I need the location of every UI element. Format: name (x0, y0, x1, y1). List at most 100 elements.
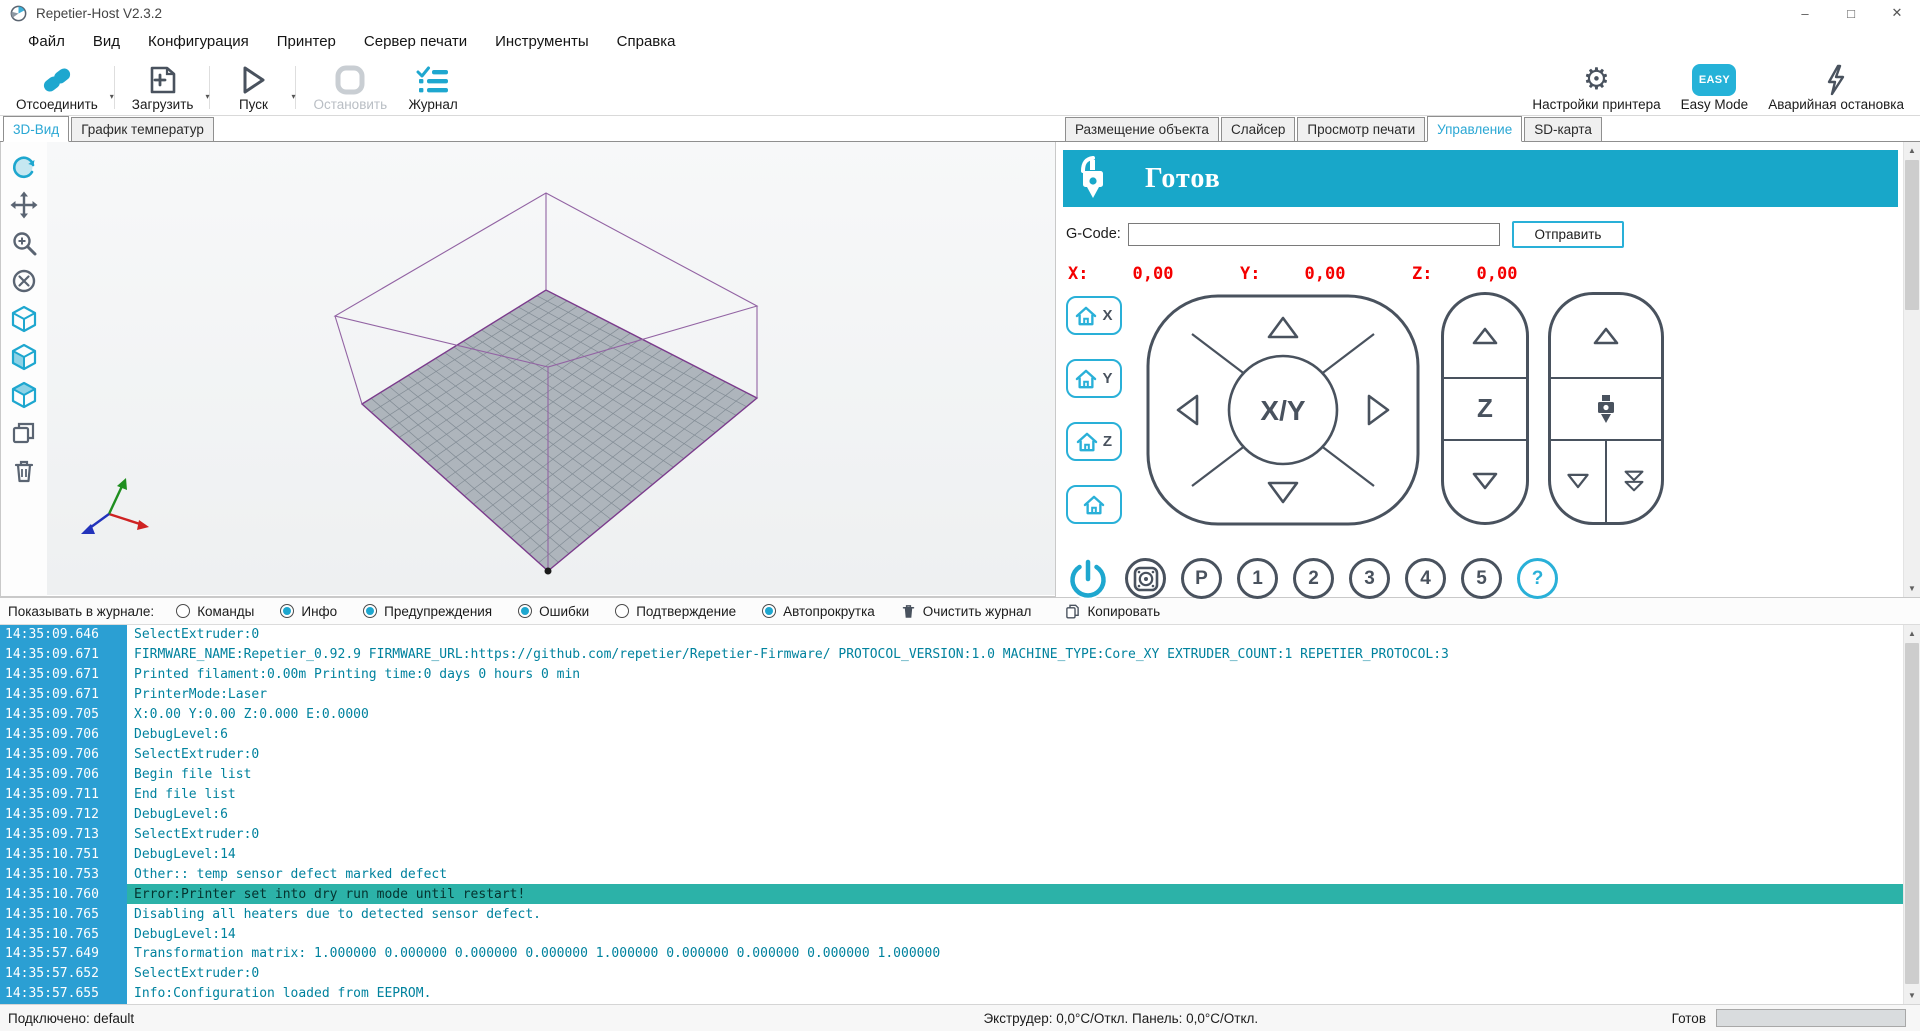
home-y-button[interactable]: Y (1066, 359, 1122, 398)
viewport-3d[interactable] (0, 142, 1055, 597)
menu-item-2[interactable]: Конфигурация (134, 26, 263, 58)
scroll-up-icon[interactable]: ▲ (1904, 625, 1920, 642)
radio-icon (280, 604, 294, 618)
fit-printer-button[interactable] (5, 264, 43, 297)
z-down-button[interactable] (1444, 441, 1526, 523)
coord-1: Y:0,00 (1240, 264, 1412, 284)
log-row: 14:35:09.706Begin file list (0, 765, 1903, 785)
radio-icon (615, 604, 629, 618)
home-all-button[interactable] (1066, 485, 1122, 524)
log-filter-2[interactable]: Предупреждения (363, 604, 492, 619)
printer-settings-button[interactable]: ⚙ Настройки принтера (1522, 58, 1670, 115)
scroll-thumb[interactable] (1905, 160, 1919, 310)
log-row: 14:35:09.713SelectExtruder:0 (0, 824, 1903, 844)
xy-jog-pad[interactable]: X/Y (1144, 292, 1422, 528)
quick-button-1[interactable]: 1 (1237, 558, 1278, 599)
load-file-icon (148, 64, 178, 96)
menu-item-6[interactable]: Справка (603, 26, 690, 58)
help-button[interactable]: ? (1517, 558, 1558, 599)
control-scrollbar[interactable]: ▲ ▼ (1903, 142, 1920, 597)
copy-log-button[interactable]: Копировать (1065, 603, 1160, 620)
z-jog-pad: Z (1441, 292, 1529, 525)
minimize-button[interactable]: – (1782, 0, 1828, 26)
menu-item-5[interactable]: Инструменты (481, 26, 603, 58)
scroll-down-icon[interactable]: ▼ (1904, 580, 1920, 597)
gcode-input[interactable] (1128, 223, 1500, 246)
tab-control-0[interactable]: Размещение объекта (1065, 117, 1219, 141)
log-filter-3[interactable]: Ошибки (518, 604, 589, 619)
close-button[interactable]: ✕ (1874, 0, 1920, 26)
power-icon (1067, 558, 1109, 600)
disconnect-dropdown[interactable]: ▾ (108, 58, 122, 115)
quick-button-p[interactable]: P (1181, 558, 1222, 599)
extruder-retract-up-button[interactable] (1551, 295, 1661, 377)
isometric-view-button[interactable] (5, 302, 43, 335)
zoom-view-button[interactable] (5, 226, 43, 259)
scroll-up-icon[interactable]: ▲ (1904, 142, 1920, 159)
log-message: SelectExtruder:0 (127, 745, 1903, 765)
tab-control-3[interactable]: Управление (1427, 116, 1522, 142)
log-timestamp: 14:35:09.671 (0, 645, 127, 665)
menu-item-4[interactable]: Сервер печати (350, 26, 481, 58)
move-view-button[interactable] (5, 188, 43, 221)
log-message: Error:Printer set into dry run mode unti… (127, 884, 1903, 904)
menu-item-0[interactable]: Файл (14, 26, 79, 58)
log-filter-4[interactable]: Подтверждение (615, 604, 736, 619)
tab-control-4[interactable]: SD-карта (1524, 117, 1602, 141)
log-filter-5[interactable]: Автопрокрутка (762, 604, 875, 619)
tab-control-1[interactable]: Слайсер (1221, 117, 1295, 141)
emergency-stop-button[interactable]: Аварийная остановка (1758, 58, 1914, 115)
rotate-view-button[interactable] (5, 150, 43, 183)
start-button[interactable]: Пуск (217, 58, 289, 115)
connection-status: Подключено: default (0, 1011, 570, 1026)
quick-button-3[interactable]: 3 (1349, 558, 1390, 599)
quick-button-2[interactable]: 2 (1293, 558, 1334, 599)
retract-button[interactable] (1605, 441, 1661, 523)
log-timestamp: 14:35:09.706 (0, 725, 127, 745)
easy-mode-button[interactable]: EASY Easy Mode (1671, 58, 1759, 115)
log-scrollbar[interactable]: ▲ ▼ (1903, 625, 1920, 1004)
temperature-status: Экструдер: 0,0°C/Откл. Панель: 0,0°C/Отк… (570, 1011, 1672, 1026)
load-dropdown[interactable]: ▾ (203, 58, 217, 115)
send-gcode-button[interactable]: Отправить (1512, 221, 1624, 248)
menu-item-1[interactable]: Вид (79, 26, 134, 58)
maximize-button[interactable]: □ (1828, 0, 1874, 26)
log-timestamp: 14:35:09.706 (0, 745, 127, 765)
tab-view-1[interactable]: График температур (71, 117, 214, 141)
home-z-button[interactable]: Z (1066, 422, 1122, 461)
log-filter-1[interactable]: Инфо (280, 604, 337, 619)
quick-button-5[interactable]: 5 (1461, 558, 1502, 599)
tab-control-2[interactable]: Просмотр печати (1297, 117, 1425, 141)
log-row: 14:35:10.765DebugLevel:14 (0, 924, 1903, 944)
start-dropdown[interactable]: ▾ (289, 58, 303, 115)
home-icon (1075, 306, 1097, 326)
load-button[interactable]: Загрузить (122, 58, 204, 115)
quick-button-4[interactable]: 4 (1405, 558, 1446, 599)
clear-log-button[interactable]: Очистить журнал (901, 603, 1032, 620)
copy-objects-button[interactable] (5, 416, 43, 449)
log-filter-0[interactable]: Команды (176, 604, 254, 619)
app-logo-icon (10, 5, 27, 22)
stepper-button[interactable] (1125, 558, 1166, 599)
home-x-button[interactable]: X (1066, 296, 1122, 335)
print-bed-scene[interactable] (47, 142, 1055, 595)
printer-state-label: Готов (1672, 1011, 1706, 1026)
log-filter-bar: Показывать в журнале: КомандыИнфоПредупр… (0, 597, 1920, 625)
menu-item-3[interactable]: Принтер (263, 26, 350, 58)
triangle-up-icon (1591, 326, 1621, 346)
log-toggle-button[interactable]: Журнал (397, 58, 469, 115)
home-icon (1083, 495, 1105, 515)
extrude-down-button[interactable] (1551, 441, 1605, 523)
front-view-button[interactable] (5, 340, 43, 373)
radio-icon (518, 604, 532, 618)
scroll-down-icon[interactable]: ▼ (1904, 987, 1920, 1004)
top-view-button[interactable] (5, 378, 43, 411)
disconnect-button[interactable]: Отсоединить (6, 58, 108, 115)
z-up-button[interactable] (1444, 295, 1526, 377)
cube-top-icon (10, 381, 38, 409)
motors-off-button[interactable] (1066, 558, 1110, 599)
tab-view-0[interactable]: 3D-Вид (3, 116, 69, 142)
play-icon (239, 64, 267, 96)
scroll-thumb[interactable] (1905, 643, 1919, 984)
delete-object-button[interactable] (5, 454, 43, 487)
